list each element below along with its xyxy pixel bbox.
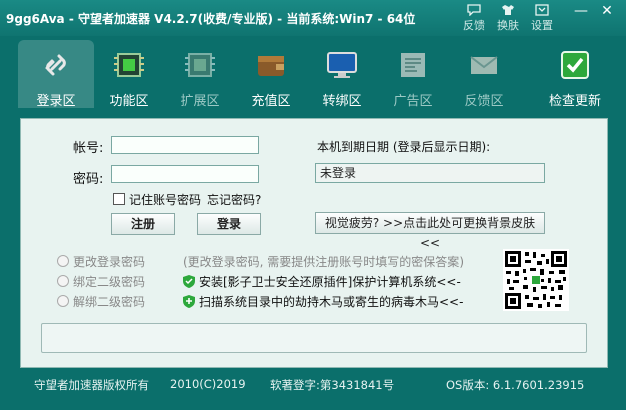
shield-plus-icon (183, 295, 195, 308)
login-panel: 帐号: 密码: 记住账号密码 忘记密码? 注册 登录 本机到期日期 (登录后显示… (20, 118, 608, 368)
expiry-label: 本机到期日期 (登录后显示日期): (317, 140, 491, 154)
window-controls: — ✕ (568, 2, 620, 20)
settings-tool[interactable]: 设置 (528, 4, 556, 33)
minimize-button[interactable]: — (568, 2, 594, 20)
mail-icon (470, 56, 498, 74)
nav-feedback[interactable]: 反馈区 (448, 40, 520, 109)
expiry-value: 未登录 (315, 163, 545, 183)
footer-copyright: 守望者加速器版权所有 (34, 378, 149, 392)
qr-code (503, 249, 569, 311)
change-skin-button[interactable]: 视觉疲劳? >>点击此处可更换背景皮肤<< (315, 212, 545, 250)
feedback-tool[interactable]: 反馈 (460, 4, 488, 33)
title-bar[interactable]: 9gg6Ava - 守望者加速器 V4.2.7(收费/专业版) - 当前系统:W… (0, 0, 626, 36)
nav-check-update[interactable]: 检查更新 (539, 40, 611, 109)
nav-login[interactable]: 登录区 (18, 40, 94, 109)
shield-icon (183, 275, 195, 288)
skin-tool[interactable]: 换肤 (494, 4, 522, 33)
nav-function[interactable]: 功能区 (93, 40, 165, 109)
hint-text: (更改登录密码, 需要提供注册账号时填写的密保答案) (183, 255, 464, 269)
feedback-icon (467, 4, 481, 16)
nav-feedback-label: 反馈区 (464, 94, 504, 109)
chip-dim-icon (185, 53, 215, 77)
nav-recharge[interactable]: 充值区 (235, 40, 307, 109)
news-icon (401, 53, 425, 77)
password-label: 密码: (73, 172, 104, 187)
forgot-password-link[interactable]: 忘记密码? (207, 191, 261, 208)
install-shadow-guard-link[interactable]: 安装[影子卫士安全还原插件]保护计算机系统<<- (199, 273, 461, 290)
remember-label: 记住账号密码 (129, 193, 202, 207)
nav-ads-label: 广告区 (393, 94, 433, 109)
account-input[interactable] (111, 136, 259, 154)
monitor-icon (327, 52, 357, 78)
status-bar (41, 323, 587, 353)
skin-label: 换肤 (497, 19, 519, 32)
link-icon (45, 54, 66, 76)
option-change-password-label: 更改登录密码 (73, 255, 146, 269)
nav-recharge-label: 充值区 (251, 94, 291, 109)
login-button[interactable]: 登录 (197, 213, 261, 235)
password-input[interactable] (111, 165, 259, 183)
chip-icon (114, 53, 144, 77)
scan-trojan-link[interactable]: 扫描系统目录中的劫持木马或寄生的病毒木马<<- (199, 293, 463, 310)
skin-icon (502, 5, 514, 15)
register-button[interactable]: 注册 (111, 213, 175, 235)
footer: 守望者加速器版权所有 2010(C)2019 软著登字:第3431841号 OS… (0, 372, 626, 398)
settings-label: 设置 (531, 19, 553, 32)
footer-registration: 软著登字:第3431841号 (270, 378, 395, 392)
footer-os-version: OS版本: 6.1.7601.23915 (446, 378, 585, 392)
option-bind-secondary-label: 绑定二级密码 (73, 275, 146, 289)
nav-function-label: 功能区 (109, 94, 149, 109)
app-window: 9gg6Ava - 守望者加速器 V4.2.7(收费/专业版) - 当前系统:W… (0, 0, 626, 410)
title-tools: 反馈 换肤 设置 (460, 4, 556, 33)
radio-bind-secondary[interactable] (57, 275, 69, 287)
nav-check-update-label: 检查更新 (548, 94, 601, 109)
feedback-label: 反馈 (463, 19, 485, 32)
nav-extend[interactable]: 扩展区 (164, 40, 236, 109)
nav-transfer-label: 转绑区 (322, 94, 362, 109)
check-update-icon (561, 51, 589, 79)
radio-change-password[interactable] (57, 255, 69, 267)
window-title: 9gg6Ava - 守望者加速器 V4.2.7(收费/专业版) - 当前系统:W… (6, 12, 416, 26)
wallet-icon (258, 56, 284, 76)
close-button[interactable]: ✕ (594, 2, 620, 20)
option-unbind-secondary-label: 解绑二级密码 (73, 295, 146, 309)
nav-extend-label: 扩展区 (180, 94, 220, 109)
main-nav: 登录区 功能区 扩展区 充值区 转绑区 广告区 反馈区 检查更新 (18, 40, 611, 109)
footer-years: 2010(C)2019 (170, 377, 246, 391)
nav-login-label: 登录区 (36, 94, 76, 109)
nav-ads[interactable]: 广告区 (377, 40, 449, 109)
nav-transfer[interactable]: 转绑区 (306, 40, 378, 109)
radio-unbind-secondary[interactable] (57, 295, 69, 307)
remember-checkbox[interactable] (113, 193, 125, 205)
settings-icon (535, 4, 549, 16)
account-label: 帐号: (73, 141, 104, 156)
